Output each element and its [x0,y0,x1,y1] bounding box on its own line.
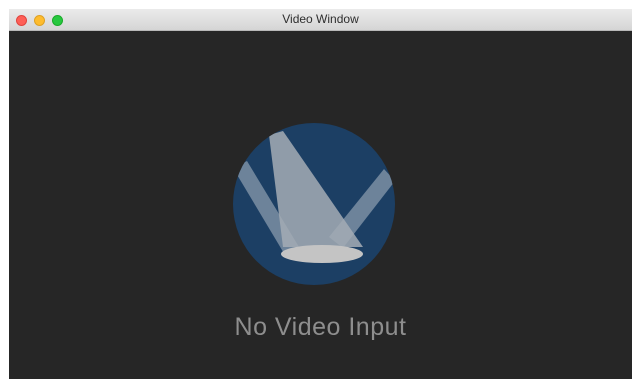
title-bar[interactable]: Video Window [9,9,632,31]
video-window: Video Window No Video Input [9,9,632,379]
no-video-message: No Video Input [234,313,407,341]
spotlights-icon [233,123,395,285]
spotlight-ellipse [281,245,363,263]
video-area: No Video Input [9,31,632,379]
window-title: Video Window [282,12,359,26]
